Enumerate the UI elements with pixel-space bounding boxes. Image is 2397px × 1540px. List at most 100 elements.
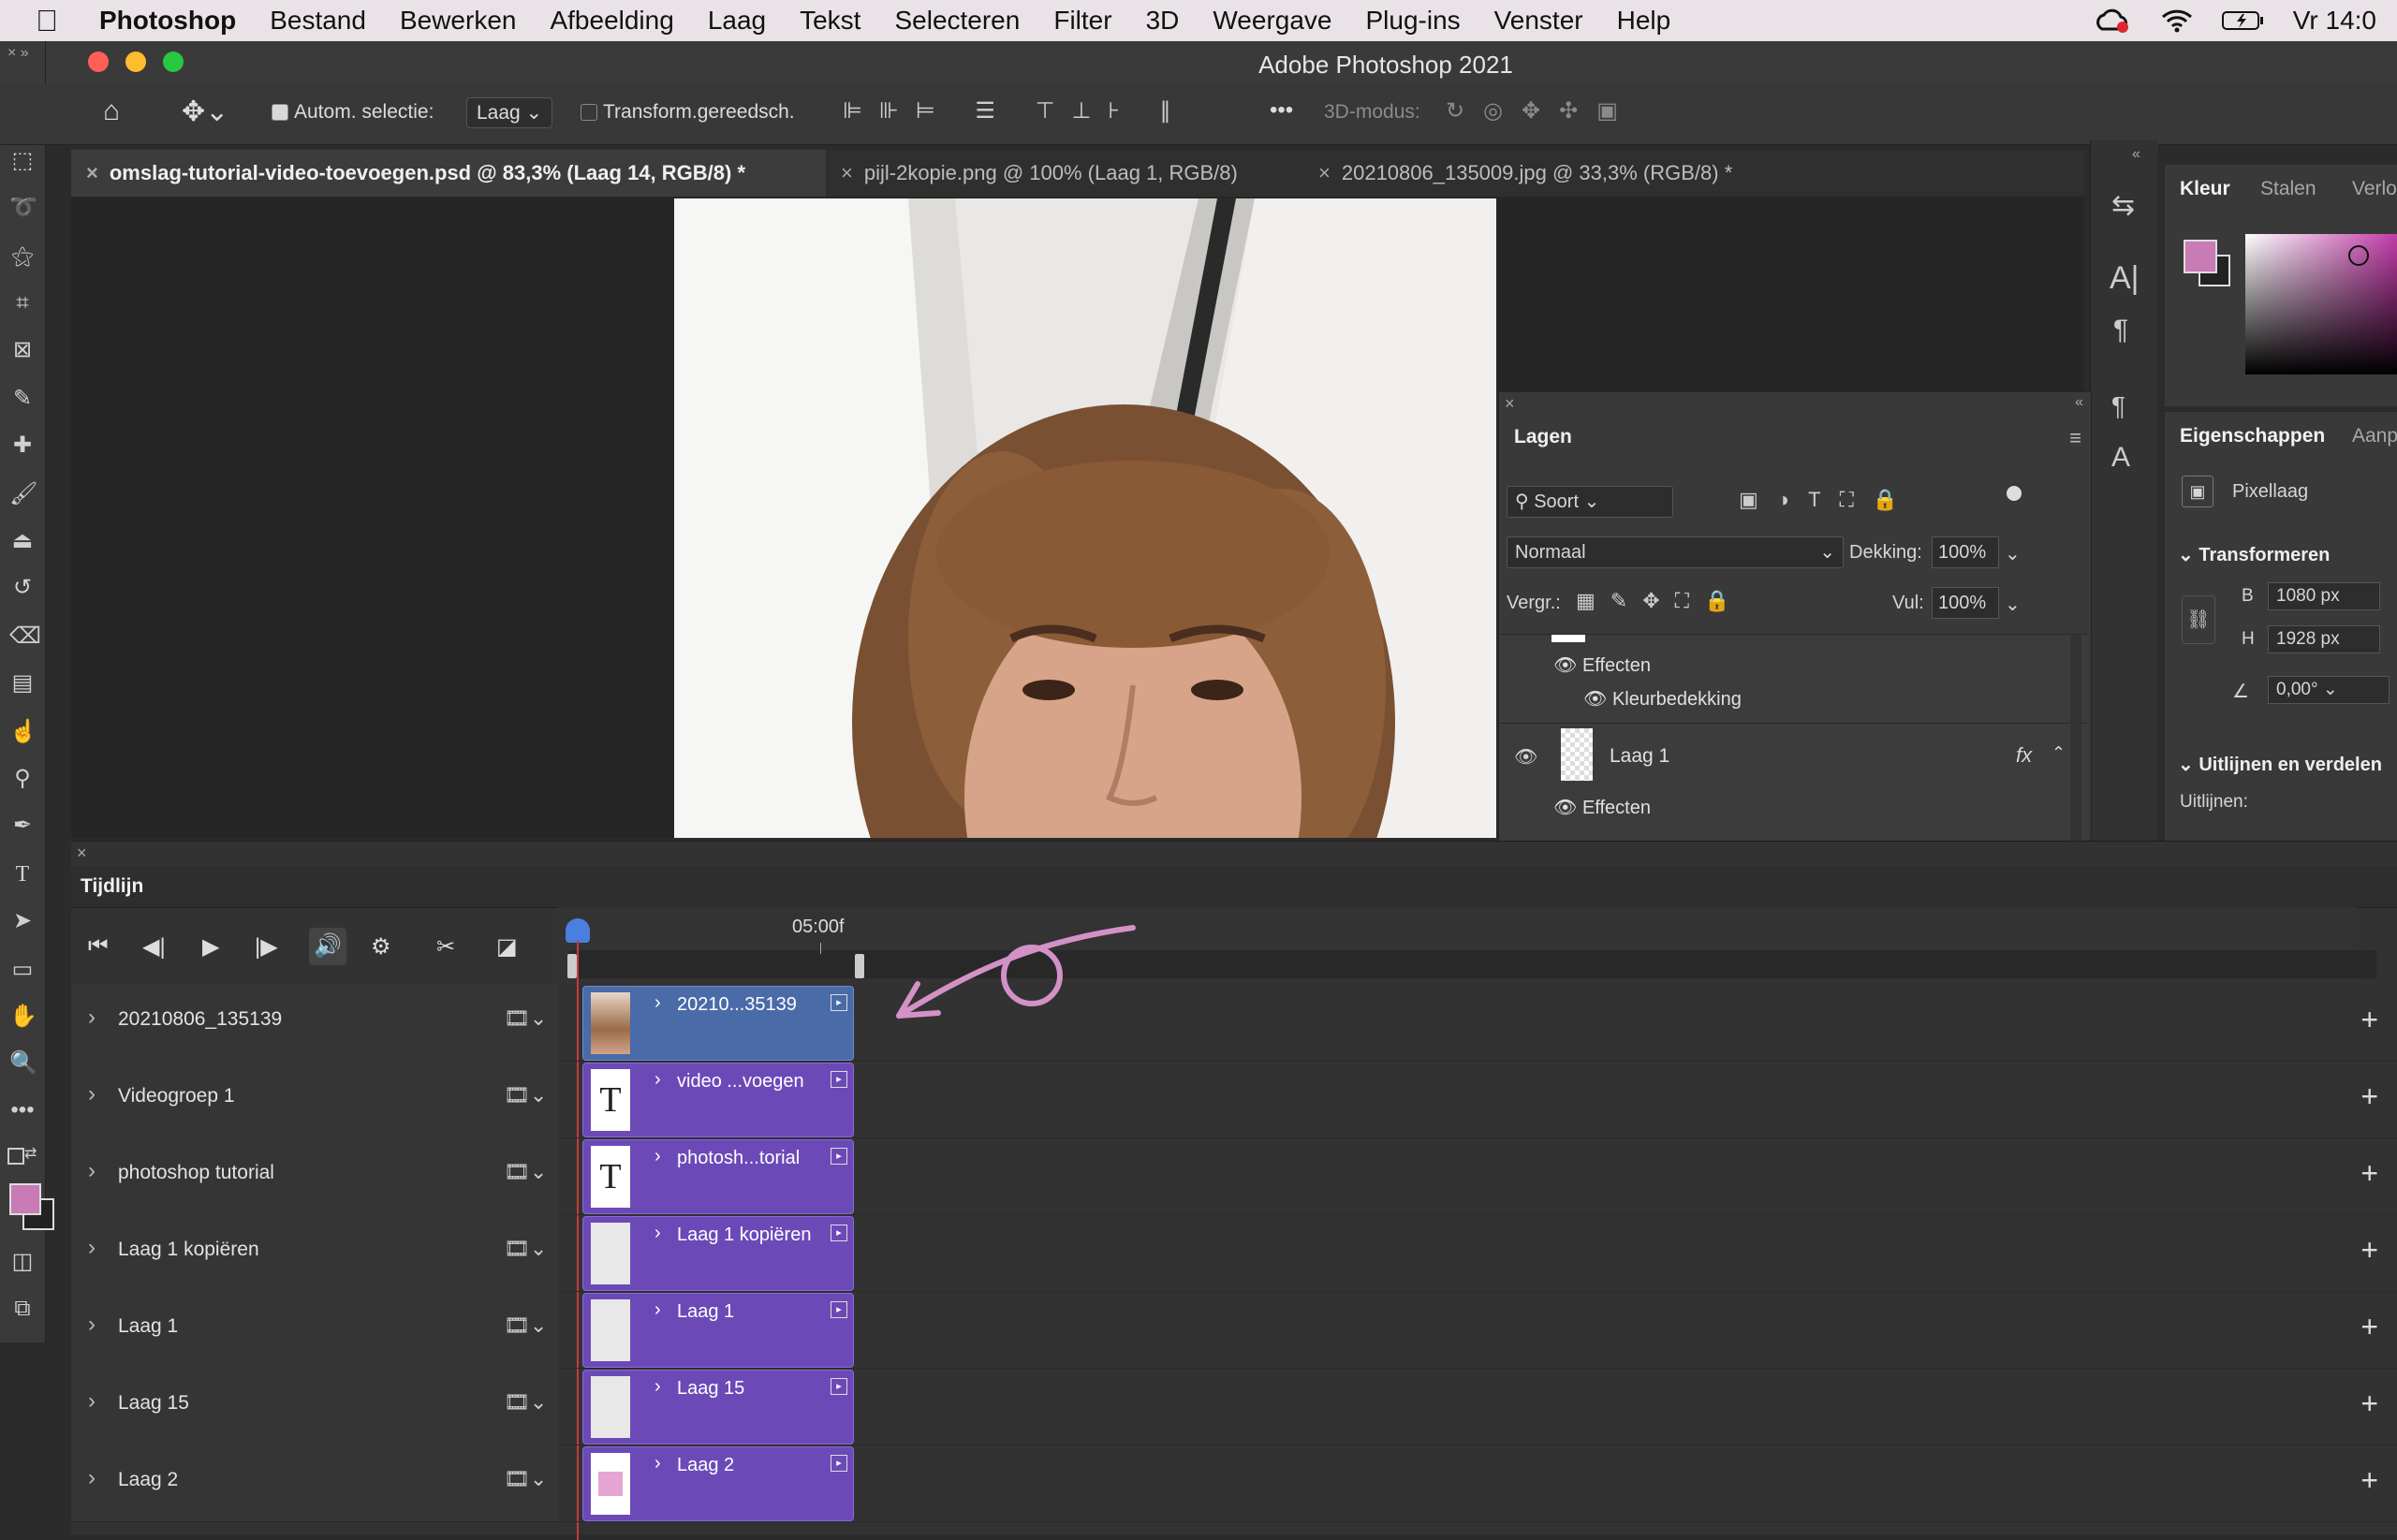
- menu-weergave[interactable]: Weergave: [1213, 6, 1331, 36]
- collapse-panel-icon[interactable]: «: [2075, 394, 2083, 411]
- tab-kleur[interactable]: Kleur: [2180, 178, 2230, 200]
- layer-name[interactable]: Laag 1: [1610, 745, 1669, 768]
- add-media-icon[interactable]: +: [2360, 1463, 2378, 1498]
- timeline-track[interactable]: › Laag 1 🎞⌄ › Laag 1 ▸ +: [71, 1291, 2397, 1369]
- menu-bestand[interactable]: Bestand: [270, 6, 366, 36]
- chevron-right-icon[interactable]: ›: [88, 1388, 96, 1415]
- track-header[interactable]: › Laag 1 🎞⌄: [71, 1291, 558, 1368]
- tab-stalen[interactable]: Stalen: [2260, 178, 2316, 200]
- menu-help[interactable]: Help: [1617, 6, 1671, 36]
- layer-list-scrollbar[interactable]: [2070, 635, 2081, 841]
- clip-options-icon[interactable]: ▸: [831, 1378, 847, 1395]
- menu-laag[interactable]: Laag: [708, 6, 766, 36]
- clip-expand-icon[interactable]: ›: [654, 1453, 661, 1474]
- layers-panel-title[interactable]: Lagen: [1514, 426, 1572, 448]
- clip-options-icon[interactable]: ▸: [831, 1148, 847, 1165]
- close-tab-icon[interactable]: ×: [841, 161, 853, 184]
- frame-tool-icon[interactable]: ⊠: [9, 337, 36, 363]
- tab-verloop[interactable]: Verlo: [2352, 178, 2397, 200]
- track-header[interactable]: › Videogroep 1 🎞⌄: [71, 1061, 558, 1137]
- path-selection-tool-icon[interactable]: ➤: [9, 908, 36, 934]
- collapse-panels-icon[interactable]: «: [2132, 146, 2140, 163]
- panel-menu-icon[interactable]: ≡: [2069, 426, 2081, 450]
- 3d-mode-icons[interactable]: ↻◎✥✣▣: [1446, 97, 1637, 125]
- default-colors-icon[interactable]: [7, 1148, 24, 1165]
- color-picker-handle[interactable]: [2348, 245, 2369, 266]
- menu-afbeelding[interactable]: Afbeelding: [550, 6, 673, 36]
- timeline-track[interactable]: › Laag 2 🎞⌄ › Laag 2 ▸ +: [71, 1445, 2397, 1522]
- opacity-chevron-icon[interactable]: ⌄: [2005, 542, 2021, 565]
- layer-visibility-eye-icon[interactable]: 👁: [1514, 745, 1537, 769]
- menu-tekst[interactable]: Tekst: [800, 6, 860, 36]
- timeline-track[interactable]: › 20210806_135139 🎞⌄ › 20210...35139 ▸ +: [71, 984, 2397, 1062]
- clip-expand-icon[interactable]: ›: [654, 1376, 661, 1398]
- timeline-track[interactable]: › Laag 1 kopiëren 🎞⌄ › Laag 1 kopiëren ▸ +: [71, 1214, 2397, 1292]
- align-buttons[interactable]: ⊫⊪⊨ ☰ ⊤⊥⊦ ∥: [843, 97, 1188, 125]
- type-tool-icon[interactable]: T: [9, 861, 36, 887]
- eraser-tool-icon[interactable]: ⌫: [9, 623, 41, 650]
- move-tool-preset-icon[interactable]: ✥⌄: [182, 95, 228, 128]
- foreground-color-chip[interactable]: [2184, 240, 2217, 273]
- track-header[interactable]: › Laag 2 🎞⌄: [71, 1445, 558, 1521]
- clip-expand-icon[interactable]: ›: [654, 1299, 661, 1321]
- clip-options-icon[interactable]: ▸: [831, 994, 847, 1011]
- playhead-handle[interactable]: [566, 918, 590, 943]
- eye-icon[interactable]: 👁: [1553, 798, 1582, 818]
- timeline-clip[interactable]: › Laag 1 ▸: [582, 1293, 854, 1368]
- transition-icon[interactable]: ◪: [496, 933, 518, 961]
- transform-section-header[interactable]: ⌄ Transformeren: [2178, 543, 2330, 566]
- quick-mask-icon[interactable]: ◫: [9, 1249, 36, 1275]
- film-strip-icon[interactable]: 🎞⌄: [504, 1006, 547, 1031]
- foreground-color-swatch[interactable]: [9, 1183, 41, 1215]
- add-media-icon[interactable]: +: [2360, 1003, 2378, 1037]
- tab-eigenschappen[interactable]: Eigenschappen: [2180, 425, 2325, 447]
- magic-wand-tool-icon[interactable]: ⚝: [9, 243, 36, 270]
- timeline-clip[interactable]: › Laag 15 ▸: [582, 1370, 854, 1445]
- eye-icon[interactable]: 👁: [1553, 655, 1582, 676]
- dodge-tool-icon[interactable]: ⚲: [9, 766, 36, 792]
- chevron-right-icon[interactable]: ›: [88, 1465, 96, 1491]
- fill-field[interactable]: 100%: [1932, 587, 1999, 619]
- clip-options-icon[interactable]: ▸: [831, 1301, 847, 1318]
- work-area-start-handle[interactable]: [567, 954, 577, 978]
- timeline-track[interactable]: › Videogroep 1 🎞⌄ T › video ...voegen ▸ +: [71, 1061, 2397, 1138]
- close-tab-icon[interactable]: ×: [1318, 161, 1331, 184]
- battery-icon[interactable]: [2221, 9, 2265, 32]
- track-header[interactable]: › Laag 15 🎞⌄: [71, 1368, 558, 1445]
- lock-icons[interactable]: ▦✎✥⛶🔒: [1576, 589, 1744, 613]
- link-dimensions-icon[interactable]: ⛓: [2182, 595, 2215, 644]
- height-field[interactable]: 1928 px: [2268, 625, 2380, 653]
- history-brush-tool-icon[interactable]: ↺: [9, 575, 36, 601]
- eye-icon[interactable]: 👁: [1583, 689, 1612, 710]
- previous-frame-icon[interactable]: ◀|: [142, 933, 166, 961]
- effects-row[interactable]: 👁 Effecten: [1553, 653, 1651, 677]
- history-panel-icon[interactable]: ⇆: [2111, 189, 2135, 222]
- healing-brush-tool-icon[interactable]: ✚: [9, 433, 36, 459]
- first-frame-icon[interactable]: ⏮: [88, 933, 109, 960]
- swap-colors-icon[interactable]: ⇄: [24, 1144, 37, 1163]
- add-media-icon[interactable]: +: [2360, 1156, 2378, 1191]
- tab-omslag[interactable]: × omslag-tutorial-video-toevoegen.psd @ 8…: [71, 150, 826, 197]
- tab-pijl[interactable]: × pijl-2kopie.png @ 100% (Laag 1, RGB/8): [831, 150, 1290, 197]
- clip-options-icon[interactable]: ▸: [831, 1225, 847, 1241]
- wifi-icon[interactable]: [2160, 7, 2194, 34]
- layer-filter-icons[interactable]: ▣◑T⛶🔒: [1739, 488, 1917, 512]
- add-media-icon[interactable]: +: [2360, 1233, 2378, 1268]
- hand-tool-icon[interactable]: ✋: [9, 1004, 37, 1030]
- clip-expand-icon[interactable]: ›: [654, 992, 661, 1014]
- clip-expand-icon[interactable]: ›: [654, 1146, 661, 1167]
- menu-filter[interactable]: Filter: [1053, 6, 1111, 36]
- color-overlay-row[interactable]: 👁 Kleurbedekking: [1583, 687, 1742, 711]
- close-tab-icon[interactable]: ×: [86, 161, 98, 184]
- paragraph-panel-icon[interactable]: ¶: [2113, 315, 2128, 346]
- menu-3d[interactable]: 3D: [1146, 6, 1180, 36]
- tab-20210806[interactable]: × 20210806_135009.jpg @ 33,3% (RGB/8) *: [1309, 150, 1805, 197]
- color-picker-field[interactable]: [2245, 234, 2397, 374]
- home-icon[interactable]: ⌂: [103, 95, 120, 127]
- film-strip-icon[interactable]: 🎞⌄: [504, 1390, 547, 1415]
- track-header[interactable]: › 20210806_135139 🎞⌄: [71, 984, 558, 1061]
- transform-controls-checkbox[interactable]: Transform.gereedsch.: [581, 101, 795, 124]
- more-tools-icon[interactable]: •••: [9, 1097, 36, 1123]
- settings-gear-icon[interactable]: ⚙: [371, 933, 391, 961]
- rectangle-tool-icon[interactable]: ▭: [9, 957, 36, 983]
